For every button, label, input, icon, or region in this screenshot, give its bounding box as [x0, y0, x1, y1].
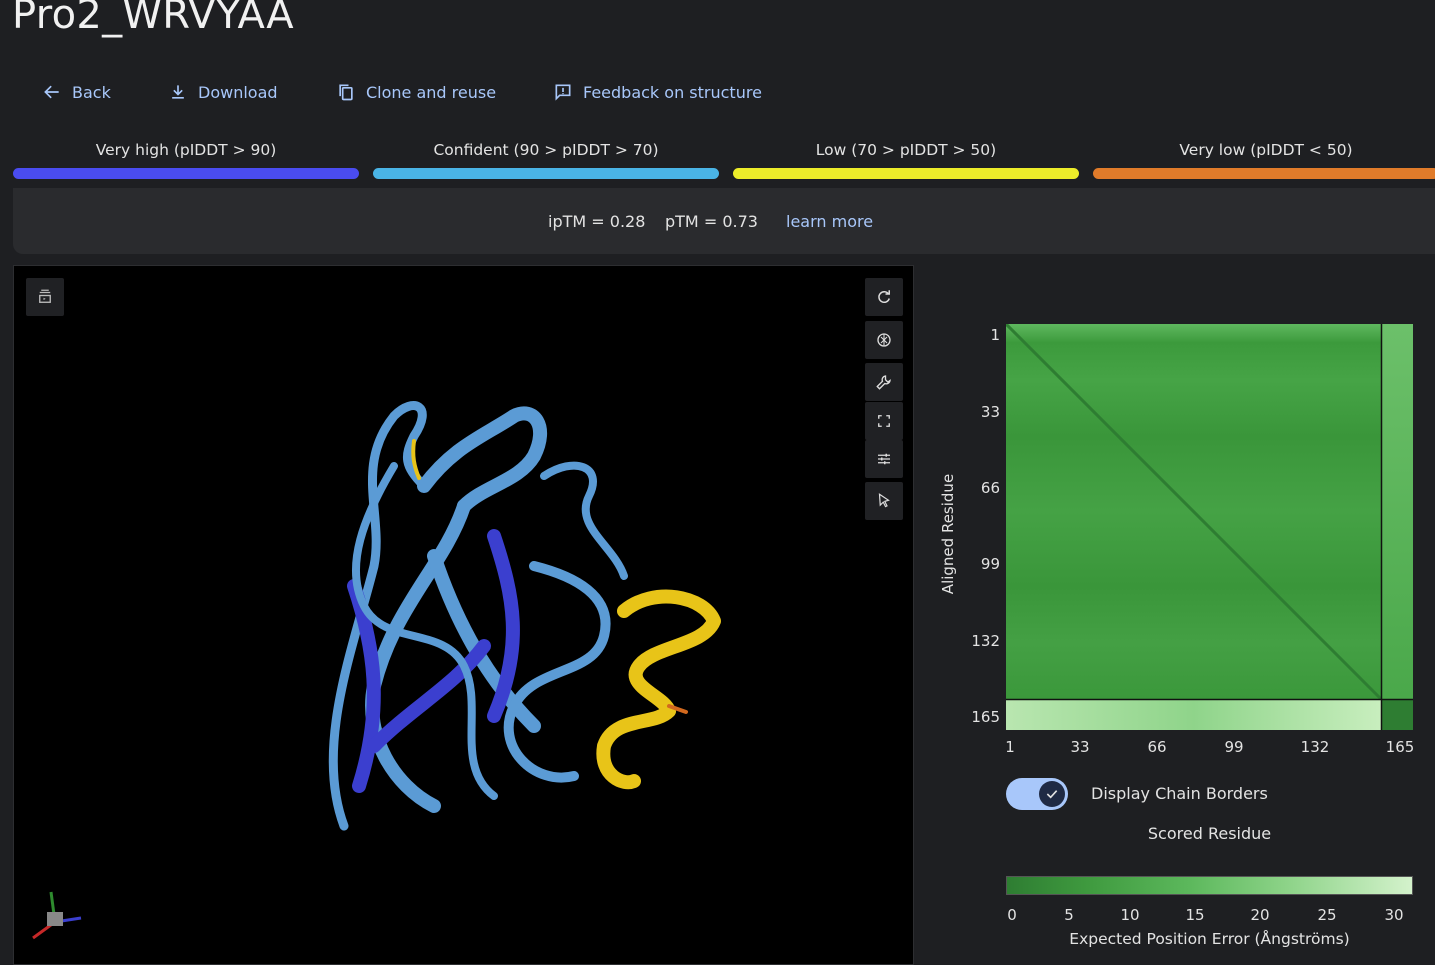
- back-button[interactable]: Back: [42, 78, 111, 106]
- y-tick: 33: [980, 403, 1000, 421]
- colorbar-label: Expected Position Error (Ångströms): [1069, 930, 1350, 948]
- legend-label: Very high (pIDDT > 90): [95, 141, 277, 159]
- legend-label: Confident (90 > pIDDT > 70): [433, 141, 659, 159]
- clone-button[interactable]: Clone and reuse: [336, 78, 496, 106]
- download-label: Download: [198, 82, 278, 102]
- legend-bar: [373, 168, 719, 179]
- colorbar-tick: 25: [1317, 906, 1337, 924]
- y-tick: 1: [990, 326, 1000, 344]
- colorbar-tick: 20: [1250, 906, 1270, 924]
- y-axis-label: Aligned Residue: [939, 473, 957, 595]
- axes-gizmo-icon: [32, 891, 82, 940]
- colorbar-tick: 5: [1064, 906, 1074, 924]
- learn-more-link[interactable]: learn more: [786, 212, 873, 231]
- chain-borders-label: Display Chain Borders: [1091, 784, 1268, 803]
- legend-bar: [733, 168, 1079, 179]
- legend-label: Low (70 > pIDDT > 50): [815, 141, 997, 159]
- protein-structure: [328, 401, 721, 831]
- x-axis-label: Scored Residue: [1147, 824, 1272, 843]
- pae-colorbar: [1006, 876, 1413, 895]
- colorbar-tick: 0: [1007, 906, 1017, 924]
- feedback-label: Feedback on structure: [583, 82, 762, 102]
- x-tick: 99: [1224, 738, 1244, 756]
- x-tick: 33: [1070, 738, 1090, 756]
- x-tick: 66: [1147, 738, 1167, 756]
- page-title: Pro2_WRVYAA: [12, 0, 294, 38]
- colorbar-tick: 30: [1384, 906, 1404, 924]
- copy-icon: [339, 84, 353, 101]
- chain-borders-toggle[interactable]: [1006, 778, 1068, 810]
- structure-viewer[interactable]: [13, 265, 914, 965]
- colorbar-tick: 15: [1185, 906, 1205, 924]
- legend-low: Low (70 > pIDDT > 50): [733, 138, 1079, 179]
- x-tick: 132: [1300, 738, 1330, 756]
- ptm-score: pTM = 0.73: [665, 212, 758, 231]
- download-button[interactable]: Download: [168, 78, 278, 106]
- legend-very-low: Very low (pIDDT < 50): [1093, 138, 1435, 179]
- check-icon: [1046, 790, 1058, 799]
- y-tick: 66: [980, 479, 1000, 497]
- arrow-left-icon: [44, 85, 59, 99]
- back-label: Back: [72, 82, 111, 102]
- pae-heatmap[interactable]: [1006, 324, 1413, 730]
- feedback-icon: [555, 84, 571, 101]
- legend-very-high: Very high (pIDDT > 90): [13, 138, 359, 179]
- y-tick: 99: [980, 555, 1000, 573]
- iptm-score: ipTM = 0.28: [548, 212, 646, 231]
- confidence-scores: ipTM = 0.28 pTM = 0.73 learn more: [13, 188, 1435, 254]
- y-tick: 132: [971, 632, 1000, 650]
- x-tick: 1: [1005, 738, 1015, 756]
- pae-panel: Aligned Residue 1 33 66 99 132 165 1 33 …: [930, 300, 1435, 952]
- download-icon: [172, 85, 184, 99]
- legend-bar: [13, 168, 359, 179]
- feedback-button[interactable]: Feedback on structure: [553, 78, 762, 106]
- clone-label: Clone and reuse: [366, 82, 497, 102]
- legend-bar: [1093, 168, 1435, 179]
- action-bar: Back Download Clone and reuse Feedback o…: [0, 78, 1435, 106]
- toggle-knob: [1039, 781, 1065, 807]
- colorbar-tick: 10: [1120, 906, 1140, 924]
- y-tick: 165: [971, 708, 1000, 726]
- legend-confident: Confident (90 > pIDDT > 70): [373, 138, 719, 179]
- legend-label: Very low (pIDDT < 50): [1179, 141, 1353, 159]
- x-tick: 165: [1385, 738, 1415, 756]
- plddt-legend: Very high (pIDDT > 90) Confident (90 > p…: [0, 138, 1435, 182]
